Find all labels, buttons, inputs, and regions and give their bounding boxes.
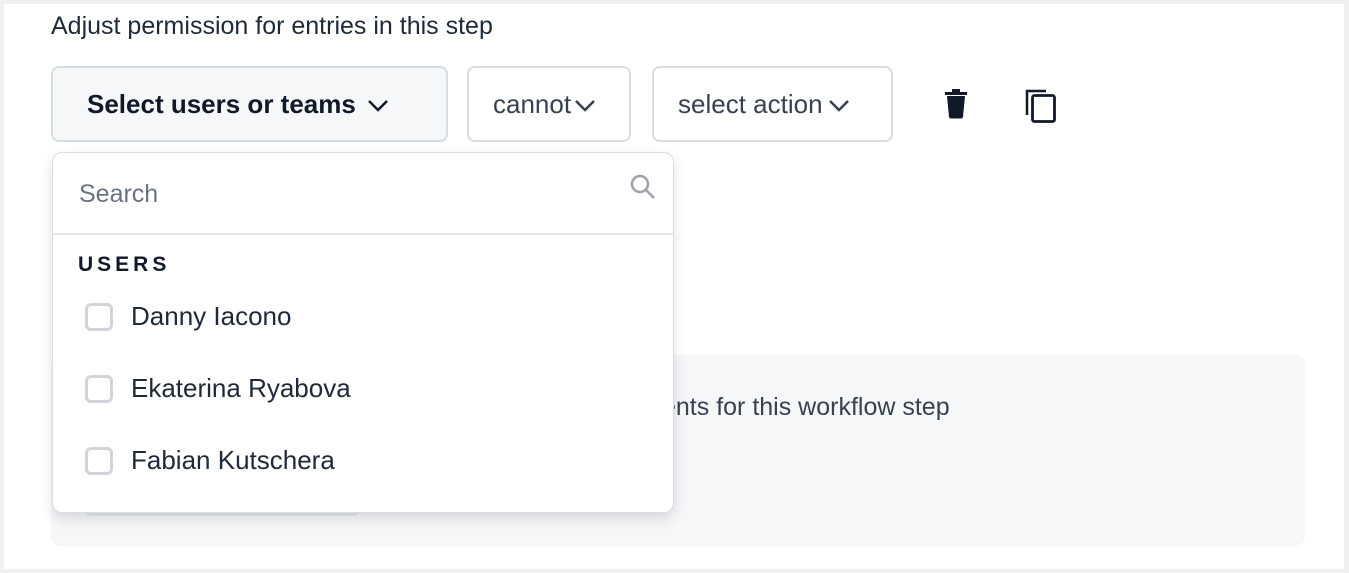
permission-select[interactable]: cannot <box>467 66 631 142</box>
select-users-or-teams-dropdown[interactable]: Select users or teams <box>51 66 448 142</box>
action-select[interactable]: select action <box>652 66 893 142</box>
chevron-down-icon <box>827 89 851 120</box>
search-input[interactable] <box>77 173 601 215</box>
search-icon <box>629 173 657 206</box>
trash-icon[interactable] <box>944 88 968 125</box>
section-heading: Adjust permission for entries in this st… <box>51 12 493 40</box>
user-name: Danny Iacono <box>131 301 292 331</box>
search-bar <box>53 153 673 235</box>
chevron-down-icon <box>366 89 390 120</box>
users-dropdown-menu: USERS Danny Iacono Ekaterina Ryabova Fab… <box>52 152 674 513</box>
workflow-step-info-text: ents for this workflow step <box>662 393 950 421</box>
user-option[interactable]: Ekaterina Ryabova <box>85 373 351 404</box>
permission-value: cannot <box>493 88 572 119</box>
users-section-label: USERS <box>78 253 171 276</box>
copy-icon[interactable] <box>1025 88 1057 129</box>
user-option[interactable]: Danny Iacono <box>85 301 291 332</box>
user-option[interactable]: Fabian Kutschera <box>85 445 335 476</box>
user-name: Ekaterina Ryabova <box>131 373 351 403</box>
checkbox[interactable] <box>85 374 113 403</box>
user-name: Fabian Kutschera <box>131 445 335 475</box>
chevron-down-icon <box>573 89 597 120</box>
checkbox[interactable] <box>85 446 113 475</box>
action-select-label: select action <box>678 88 823 119</box>
checkbox[interactable] <box>85 302 113 331</box>
select-users-label: Select users or teams <box>87 88 356 119</box>
